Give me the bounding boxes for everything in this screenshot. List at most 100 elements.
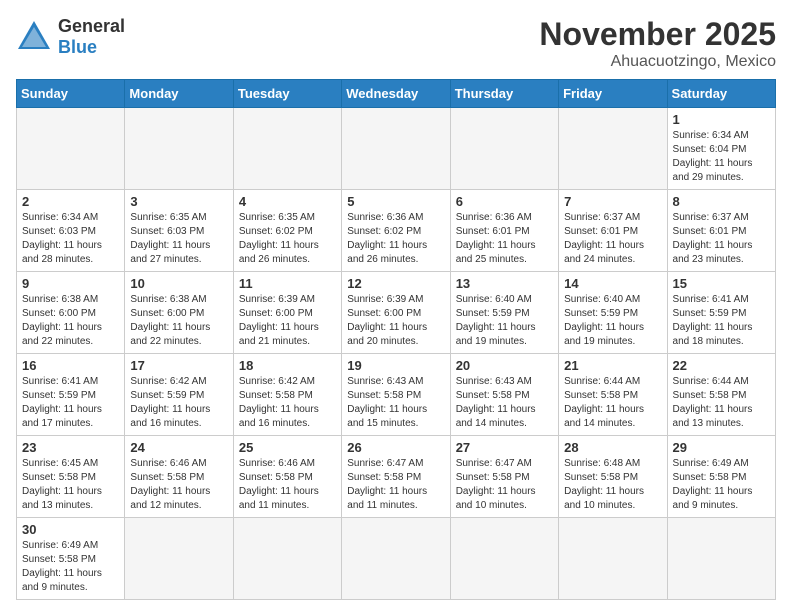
cell-info: Sunrise: 6:44 AMSunset: 5:58 PMDaylight:… (673, 375, 770, 431)
day-number: 24 (130, 440, 227, 455)
calendar-cell: 11 Sunrise: 6:39 AMSunset: 6:00 PMDayligh… (233, 272, 341, 354)
logo-triangle-icon (16, 19, 52, 55)
calendar-cell: 10 Sunrise: 6:38 AMSunset: 6:00 PMDayligh… (125, 272, 233, 354)
calendar-cell: 3Sunrise: 6:35 AMSunset: 6:03 PMDaylight… (125, 190, 233, 272)
cell-info: Sunrise: 6:45 AMSunset: 5:58 PMDaylight:… (22, 457, 119, 513)
day-number: 3 (130, 194, 227, 209)
calendar-cell (233, 518, 341, 600)
calendar-cell: 26Sunrise: 6:47 AMSunset: 5:58 PMDayligh… (342, 436, 450, 518)
day-number: 25 (239, 440, 336, 455)
calendar-week-row: 9 Sunrise: 6:38 AMSunset: 6:00 PMDaylight… (17, 272, 776, 354)
day-number: 4 (239, 194, 336, 209)
cell-info: Sunrise: 6:39 AMSunset: 6:00 PMDaylight:… (239, 293, 336, 349)
calendar-cell (125, 518, 233, 600)
calendar-cell (450, 518, 558, 600)
calendar-cell: 25 Sunrise: 6:46 AMSunset: 5:58 PMDayligh… (233, 436, 341, 518)
calendar-cell: 23 Sunrise: 6:45 AMSunset: 5:58 PMDayligh… (17, 436, 125, 518)
cell-info: Sunrise: 6:42 AMSunset: 5:59 PMDaylight:… (130, 375, 227, 431)
calendar-cell (559, 108, 667, 190)
cell-info: Sunrise: 6:38 AMSunset: 6:00 PMDaylight:… (22, 293, 119, 349)
logo-blue-text: Blue (58, 37, 125, 58)
calendar-week-row: 30Sunrise: 6:49 AMSunset: 5:58 PMDayligh… (17, 518, 776, 600)
cell-info: Sunrise: 6:42 AMSunset: 5:58 PMDaylight:… (239, 375, 336, 431)
cell-info: Sunrise: 6:49 AMSunset: 5:58 PMDaylight:… (673, 457, 770, 513)
calendar-cell (233, 108, 341, 190)
day-number: 14 (564, 276, 661, 291)
col-header-sunday: Sunday (17, 80, 125, 108)
cell-info: Sunrise: 6:48 AMSunset: 5:58 PMDaylight:… (564, 457, 661, 513)
day-number: 5 (347, 194, 444, 209)
day-number: 11 (239, 276, 336, 291)
cell-info: Sunrise: 6:36 AMSunset: 6:02 PMDaylight:… (347, 211, 444, 267)
col-header-friday: Friday (559, 80, 667, 108)
month-year: November 2025 (539, 16, 776, 53)
cell-info: Sunrise: 6:46 AMSunset: 5:58 PMDaylight:… (239, 457, 336, 513)
day-number: 16 (22, 358, 119, 373)
calendar-cell: 22 Sunrise: 6:44 AMSunset: 5:58 PMDayligh… (667, 354, 775, 436)
cell-info: Sunrise: 6:35 AMSunset: 6:02 PMDaylight:… (239, 211, 336, 267)
cell-info: Sunrise: 6:43 AMSunset: 5:58 PMDaylight:… (456, 375, 553, 431)
cell-info: Sunrise: 6:41 AMSunset: 5:59 PMDaylight:… (22, 375, 119, 431)
calendar-cell: 6Sunrise: 6:36 AMSunset: 6:01 PMDaylight… (450, 190, 558, 272)
cell-info: Sunrise: 6:34 AMSunset: 6:03 PMDaylight:… (22, 211, 119, 267)
calendar-cell: 17 Sunrise: 6:42 AMSunset: 5:59 PMDayligh… (125, 354, 233, 436)
calendar-cell: 7 Sunrise: 6:37 AMSunset: 6:01 PMDaylight… (559, 190, 667, 272)
cell-info: Sunrise: 6:44 AMSunset: 5:58 PMDaylight:… (564, 375, 661, 431)
calendar-week-row: 2Sunrise: 6:34 AMSunset: 6:03 PMDaylight… (17, 190, 776, 272)
cell-info: Sunrise: 6:39 AMSunset: 6:00 PMDaylight:… (347, 293, 444, 349)
day-number: 28 (564, 440, 661, 455)
col-header-thursday: Thursday (450, 80, 558, 108)
col-header-tuesday: Tuesday (233, 80, 341, 108)
day-number: 9 (22, 276, 119, 291)
day-number: 17 (130, 358, 227, 373)
cell-info: Sunrise: 6:38 AMSunset: 6:00 PMDaylight:… (130, 293, 227, 349)
day-number: 22 (673, 358, 770, 373)
day-number: 20 (456, 358, 553, 373)
calendar-cell: 5 Sunrise: 6:36 AMSunset: 6:02 PMDaylight… (342, 190, 450, 272)
calendar-header-row: SundayMondayTuesdayWednesdayThursdayFrid… (17, 80, 776, 108)
day-number: 30 (22, 522, 119, 537)
cell-info: Sunrise: 6:36 AMSunset: 6:01 PMDaylight:… (456, 211, 553, 267)
day-number: 18 (239, 358, 336, 373)
day-number: 1 (673, 112, 770, 127)
day-number: 29 (673, 440, 770, 455)
cell-info: Sunrise: 6:41 AMSunset: 5:59 PMDaylight:… (673, 293, 770, 349)
day-number: 7 (564, 194, 661, 209)
day-number: 19 (347, 358, 444, 373)
calendar-cell (450, 108, 558, 190)
logo-general-text: General (58, 16, 125, 37)
day-number: 23 (22, 440, 119, 455)
day-number: 21 (564, 358, 661, 373)
cell-info: Sunrise: 6:40 AMSunset: 5:59 PMDaylight:… (456, 293, 553, 349)
location: Ahuacuotzingo, Mexico (539, 53, 776, 71)
calendar-cell (125, 108, 233, 190)
cell-info: Sunrise: 6:40 AMSunset: 5:59 PMDaylight:… (564, 293, 661, 349)
calendar-cell: 12 Sunrise: 6:39 AMSunset: 6:00 PMDayligh… (342, 272, 450, 354)
calendar-cell: 28 Sunrise: 6:48 AMSunset: 5:58 PMDayligh… (559, 436, 667, 518)
calendar-cell: 9 Sunrise: 6:38 AMSunset: 6:00 PMDaylight… (17, 272, 125, 354)
calendar-cell (342, 518, 450, 600)
calendar-cell: 14 Sunrise: 6:40 AMSunset: 5:59 PMDayligh… (559, 272, 667, 354)
day-number: 12 (347, 276, 444, 291)
calendar-cell: 24Sunrise: 6:46 AMSunset: 5:58 PMDayligh… (125, 436, 233, 518)
calendar-cell: 29 Sunrise: 6:49 AMSunset: 5:58 PMDayligh… (667, 436, 775, 518)
calendar-cell: 19 Sunrise: 6:43 AMSunset: 5:58 PMDayligh… (342, 354, 450, 436)
day-number: 10 (130, 276, 227, 291)
calendar-cell (559, 518, 667, 600)
cell-info: Sunrise: 6:43 AMSunset: 5:58 PMDaylight:… (347, 375, 444, 431)
title-block: November 2025 Ahuacuotzingo, Mexico (539, 16, 776, 71)
page-header: General Blue November 2025 Ahuacuotzingo… (16, 16, 776, 71)
col-header-saturday: Saturday (667, 80, 775, 108)
calendar-cell: 16 Sunrise: 6:41 AMSunset: 5:59 PMDayligh… (17, 354, 125, 436)
cell-info: Sunrise: 6:34 AMSunset: 6:04 PMDaylight:… (673, 129, 770, 185)
calendar-cell (17, 108, 125, 190)
calendar-cell: 4 Sunrise: 6:35 AMSunset: 6:02 PMDaylight… (233, 190, 341, 272)
calendar-week-row: 1 Sunrise: 6:34 AMSunset: 6:04 PMDaylight… (17, 108, 776, 190)
calendar-week-row: 23 Sunrise: 6:45 AMSunset: 5:58 PMDayligh… (17, 436, 776, 518)
col-header-monday: Monday (125, 80, 233, 108)
cell-info: Sunrise: 6:37 AMSunset: 6:01 PMDaylight:… (564, 211, 661, 267)
calendar-cell: 20 Sunrise: 6:43 AMSunset: 5:58 PMDayligh… (450, 354, 558, 436)
calendar-table: SundayMondayTuesdayWednesdayThursdayFrid… (16, 79, 776, 600)
calendar-cell (342, 108, 450, 190)
calendar-cell: 15Sunrise: 6:41 AMSunset: 5:59 PMDayligh… (667, 272, 775, 354)
